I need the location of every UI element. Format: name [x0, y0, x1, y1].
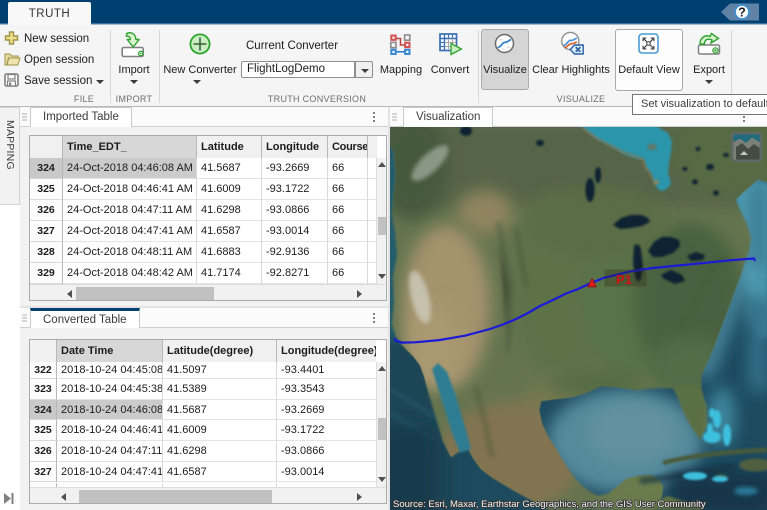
svg-text:?: ?: [738, 6, 746, 20]
svg-text:Source: Esri, Maxar, Earthstar: Source: Esri, Maxar, Earthstar Geographi…: [393, 499, 706, 510]
svg-text:P1: P1: [616, 272, 632, 287]
